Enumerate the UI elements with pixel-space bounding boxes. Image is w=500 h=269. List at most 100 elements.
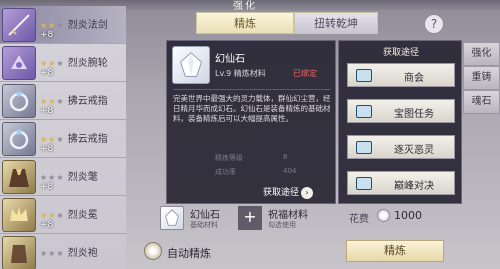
tab-reverse[interactable]: 扭转乾坤 (294, 12, 378, 34)
spirit-icon (356, 141, 372, 154)
equipment-name-text: 烈炎袍 (67, 248, 98, 259)
star-icon: ★ (40, 59, 48, 68)
get-source-label: 获取途径 (263, 188, 300, 198)
equipment-name-text: 烈炎腕轮 (67, 58, 108, 69)
blessing-name: 祝福材料 (268, 210, 308, 221)
sword-icon (2, 8, 36, 42)
tab-refine[interactable]: 精炼 (196, 12, 294, 34)
item-name: 幻仙石 (215, 54, 245, 65)
auto-refine-label[interactable]: 自动精炼 (167, 245, 211, 261)
side-tab-reforge[interactable]: 重铸 (463, 66, 500, 90)
acquire-shop-button[interactable]: 商会 (347, 63, 455, 87)
window-title: 强化 (233, 1, 257, 12)
star-icon: ★ (48, 59, 56, 68)
equipment-item-5[interactable]: ★★★ 烈炎氅 +8 (0, 158, 126, 196)
star-icon: ★ (56, 249, 64, 258)
stat-label: 成功率 (215, 168, 236, 176)
item-description: 完美世界中最强大的灵力载体，群仙幻尘营，经日精月华而成幻石。幻仙石是装备精炼的基… (173, 94, 331, 123)
refine-button[interactable]: 精炼 (346, 240, 444, 262)
enhance-level: +8 (40, 144, 54, 154)
star-icon: ★ (56, 97, 64, 106)
star-icon: ★ (40, 173, 48, 182)
robe-icon (2, 236, 36, 269)
stat-row: 精炼等级 8 (215, 153, 335, 163)
side-tab-soulstone[interactable]: 魂石 (463, 90, 500, 114)
equipment-name-text: 烈炎法剑 (67, 20, 108, 31)
acquire-label: 逐灭恶灵 (394, 145, 434, 156)
add-blessing-button[interactable]: + (238, 206, 262, 230)
star-icon: ★ (40, 249, 48, 258)
blessing-sub: 勾选使用 (268, 221, 296, 229)
item-level-type: Lv.9 精炼材料 (215, 69, 266, 78)
crown-icon (2, 198, 36, 232)
bracer-icon (2, 46, 36, 80)
auto-refine-toggle[interactable] (144, 242, 162, 260)
material-sub: 基础材料 (190, 221, 218, 229)
acquire-label: 巅峰对决 (394, 181, 434, 192)
star-icon: ★ (56, 59, 64, 68)
map-icon (356, 105, 372, 118)
stat-row: 成功率 404 (215, 167, 335, 177)
equipment-name-text: 烈炎氅 (67, 172, 98, 183)
acquisition-panel: 获取途径 商会 宝图任务 逐灭恶灵 巅峰对决 (338, 40, 462, 204)
help-button[interactable]: ? (424, 14, 444, 34)
star-icon: ★ (48, 21, 56, 30)
star-icon: ★ (48, 211, 56, 220)
acquire-spirit-button[interactable]: 逐灭恶灵 (347, 135, 455, 159)
equipment-list[interactable]: ★★★ 烈炎法剑 +8 ★★★ 烈炎腕轮 +8 ★★★ 拂云戒指 +8 ★★★ … (0, 6, 126, 269)
star-icon: ★ (56, 21, 64, 30)
equipment-name: ★★★ 拂云戒指 (40, 130, 108, 145)
equipment-item-1[interactable]: ★★★ 烈炎法剑 +8 (0, 6, 126, 44)
equipment-item-4[interactable]: ★★★ 拂云戒指 +8 (0, 120, 126, 158)
cost-label: 花费 (349, 214, 369, 225)
equipment-name: ★★★ 拂云戒指 (40, 92, 108, 107)
cloak-icon (2, 160, 36, 194)
stat-value: 404 (283, 167, 297, 175)
stat-label: 精炼等级 (215, 154, 243, 162)
equipment-name: ★★★ 烈炎腕轮 (40, 54, 108, 69)
equipment-item-7[interactable]: ★★★ 烈炎袍 (0, 234, 126, 269)
bound-status: 已绑定 (293, 69, 317, 78)
equipment-item-2[interactable]: ★★★ 烈炎腕轮 +8 (0, 44, 126, 82)
duel-icon (356, 177, 372, 190)
equipment-name-text: 烈炎冕 (67, 210, 98, 221)
arrow-right-icon: › (301, 187, 314, 199)
equipment-name: ★★★ 烈炎氅 (40, 168, 98, 183)
ring-icon (2, 122, 36, 156)
enhance-level: +8 (40, 68, 54, 78)
acquisition-title: 获取途径 (382, 48, 419, 58)
star-icon: ★ (48, 249, 56, 258)
material-gem-icon[interactable] (160, 206, 184, 230)
star-icon: ★ (48, 173, 56, 182)
star-icon: ★ (56, 173, 64, 182)
gem-icon (172, 46, 210, 84)
silver-coin-icon (377, 209, 390, 222)
get-source-link[interactable]: 获取途径 › (263, 185, 314, 199)
equipment-name-text: 拂云戒指 (67, 134, 108, 145)
cost-value: 1000 (394, 209, 422, 222)
ring-icon (2, 84, 36, 118)
equipment-item-6[interactable]: ★★★ 烈炎冕 +8 (0, 196, 126, 234)
enhance-level: +8 (40, 30, 54, 40)
star-icon: ★ (56, 211, 64, 220)
equipment-item-3[interactable]: ★★★ 拂云戒指 +8 (0, 82, 126, 120)
star-icon: ★ (40, 21, 48, 30)
shop-icon (356, 69, 372, 82)
side-tab-enhance[interactable]: 强化 (463, 42, 500, 66)
star-icon: ★ (40, 211, 48, 220)
equipment-name: ★★★ 烈炎冕 (40, 206, 98, 221)
star-icon: ★ (56, 135, 64, 144)
star-icon: ★ (48, 135, 56, 144)
equipment-name: ★★★ 烈炎法剑 (40, 16, 108, 31)
star-icon: ★ (48, 97, 56, 106)
enhance-level: +8 (40, 220, 54, 230)
acquire-label: 宝图任务 (394, 109, 434, 120)
star-icon: ★ (40, 135, 48, 144)
equipment-name: ★★★ 烈炎袍 (40, 244, 98, 259)
acquire-treasure-map-button[interactable]: 宝图任务 (347, 99, 455, 123)
enhance-level: +8 (40, 106, 54, 116)
material-name: 幻仙石 (190, 210, 220, 221)
stat-value: 8 (283, 153, 288, 161)
star-icon: ★ (40, 97, 48, 106)
acquire-duel-button[interactable]: 巅峰对决 (347, 171, 455, 195)
